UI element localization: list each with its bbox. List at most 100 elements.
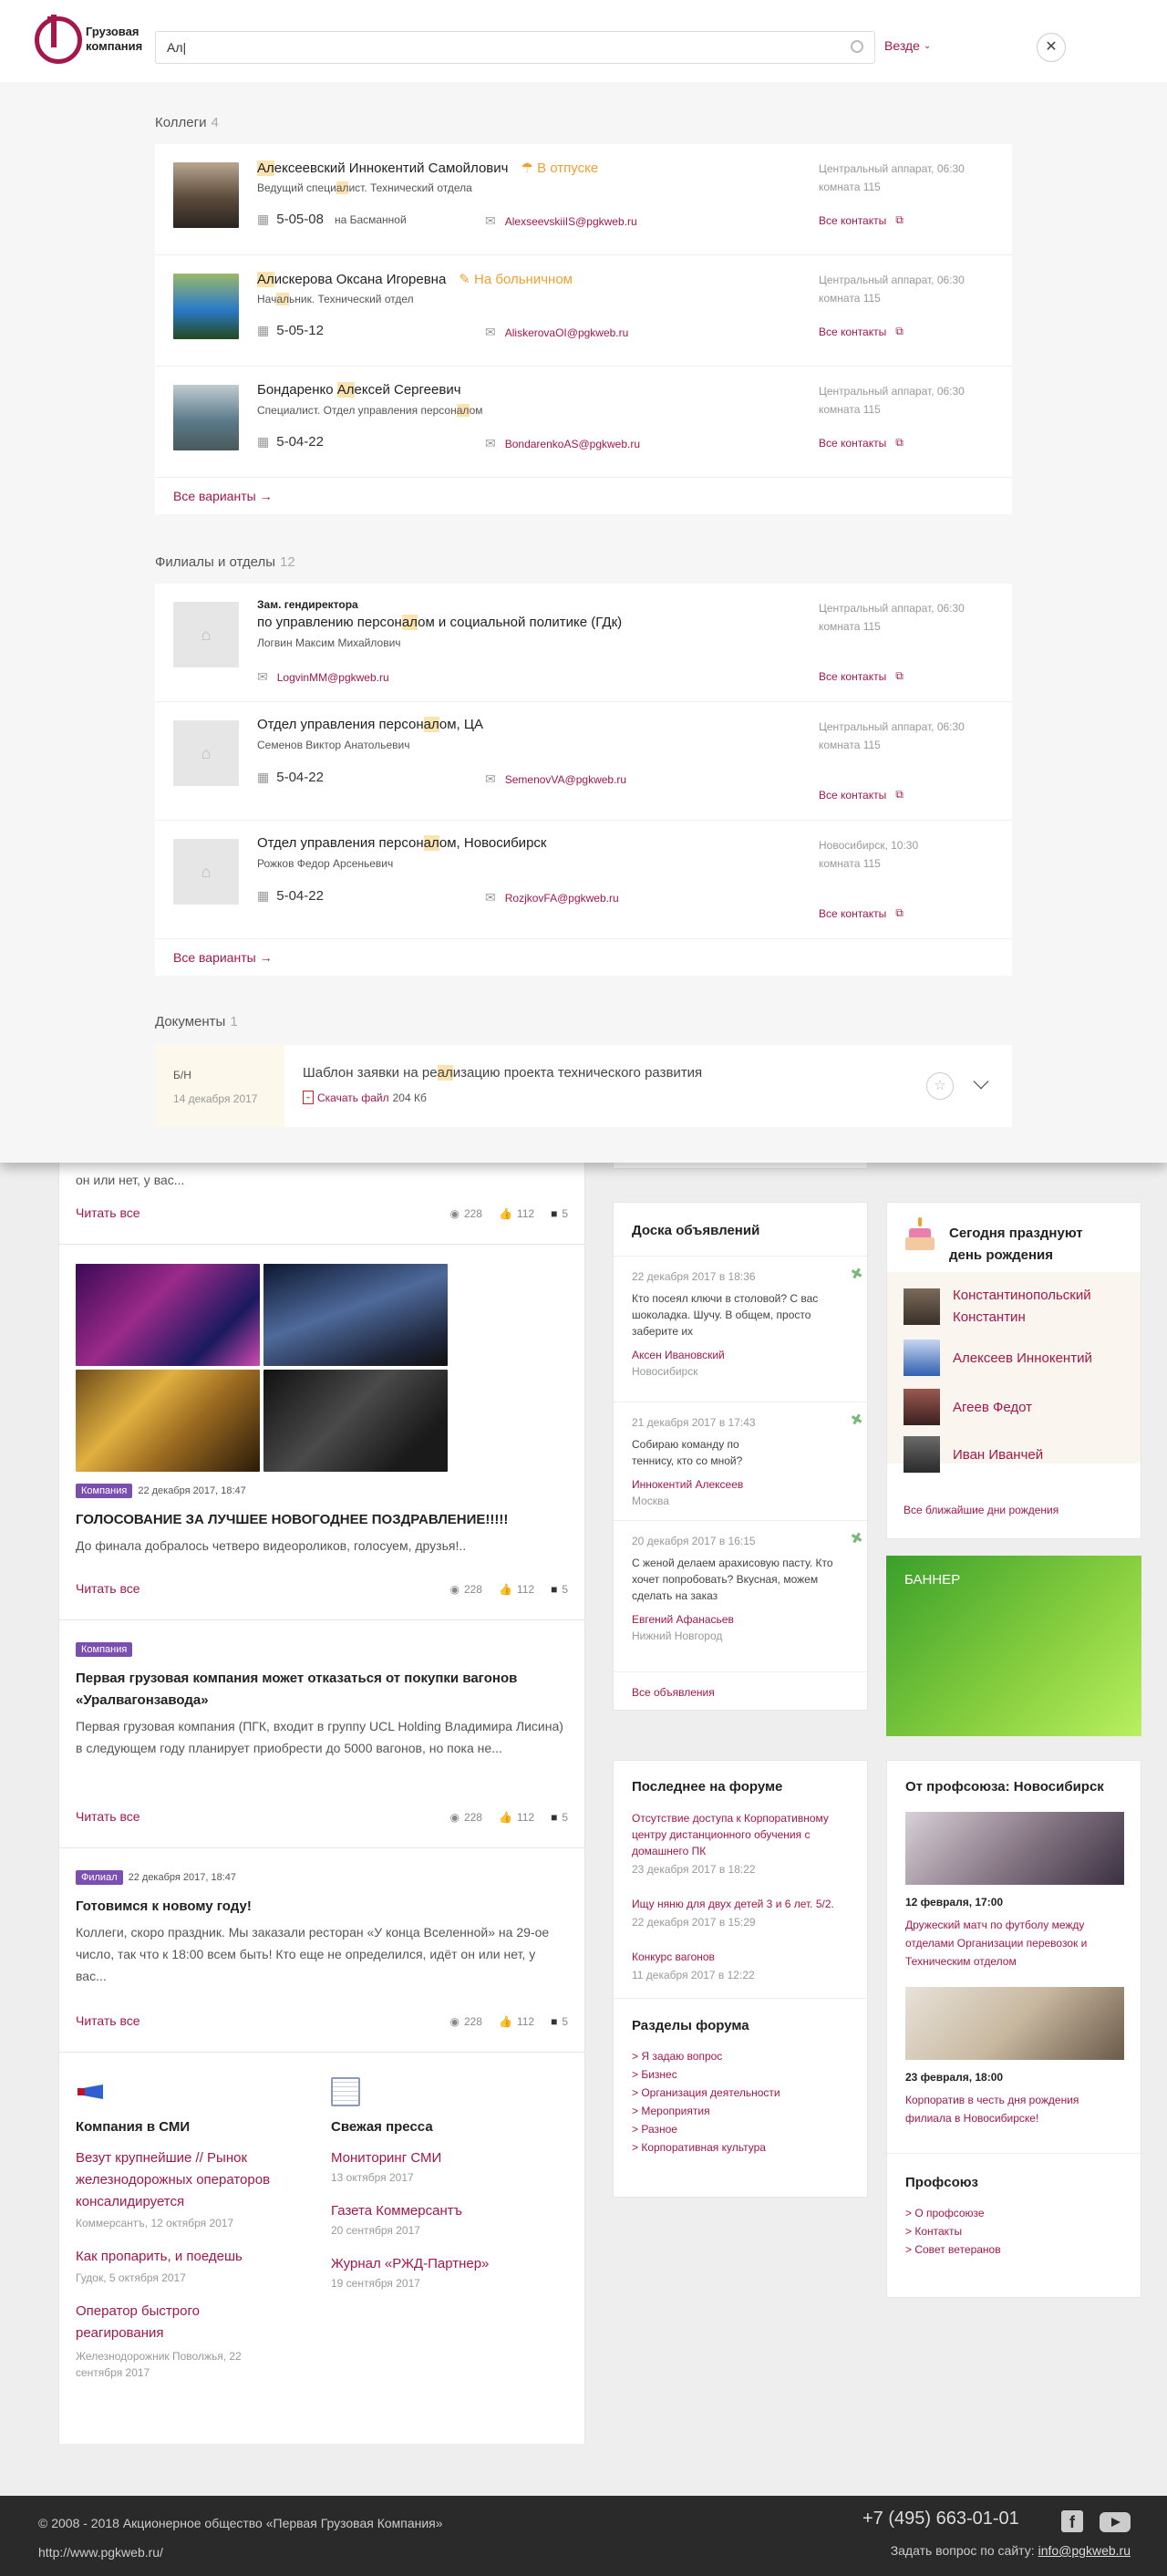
forum-section-link[interactable]: > Я задаю вопрос <box>632 2047 854 2065</box>
forum-topic-link[interactable]: Ищу няню для двух детей 3 и 6 лет. 5/2. <box>632 1896 854 1912</box>
forum-section-link[interactable]: > Бизнес <box>632 2065 854 2084</box>
ad-item[interactable]: ✚ 20 декабря 2017 в 16:15 С женой делаем… <box>632 1529 865 1644</box>
likes-count[interactable]: 👍 112 <box>499 2015 534 2028</box>
press-link[interactable]: Газета Коммерсантъ <box>331 2200 559 2222</box>
all-contacts-link[interactable]: Все контакты ⧉ <box>819 213 904 227</box>
news-photo[interactable] <box>263 1370 448 1472</box>
union-link[interactable]: > Контакты <box>905 2222 1128 2240</box>
all-contacts-link[interactable]: Все контакты ⧉ <box>819 788 904 802</box>
footer-phone[interactable]: +7 (495) 663-01-01 <box>862 2509 1019 2529</box>
news-title[interactable]: Первая грузовая компания может отказатьс… <box>76 1668 568 1712</box>
forum-section-link[interactable]: > Мероприятия <box>632 2102 854 2120</box>
all-ads-link[interactable]: Все объявления <box>632 1686 715 1699</box>
person-card[interactable]: Алискерова Оксана Игоревна ✎ На больнично… <box>155 255 1012 367</box>
search-input[interactable]: Ал| <box>155 31 875 64</box>
forum-topic-link[interactable]: Конкурс вагонов <box>632 1949 854 1965</box>
read-more-link[interactable]: Читать все <box>76 1581 140 1596</box>
ad-author[interactable]: Аксен Ивановский <box>632 1347 854 1363</box>
close-icon[interactable]: ✕ <box>1037 33 1066 62</box>
news-title[interactable]: Готовимся к новому году! <box>76 1896 568 1918</box>
ad-item[interactable]: ✚ 21 декабря 2017 в 17:43 Собираю команд… <box>632 1411 865 1509</box>
person-email[interactable]: ✉ AlexseevskiiIS@pgkweb.ru <box>485 213 637 229</box>
branch-name[interactable]: Отдел управления персоналом, ЦА <box>257 717 483 732</box>
read-more-link[interactable]: Читать все <box>76 2013 140 2028</box>
all-contacts-link[interactable]: Все контакты ⧉ <box>819 325 904 338</box>
branch-phone[interactable]: ▦ 5-04-22 <box>257 888 324 904</box>
document-card[interactable]: Б/Н 14 декабря 2017 Шаблон заявки на реа… <box>155 1045 1012 1127</box>
comments-count[interactable]: ■ 5 <box>551 2015 568 2028</box>
media-link[interactable]: Оператор быстрого реагирования <box>76 2301 231 2344</box>
branch-email[interactable]: ✉ SemenovVA@pgkweb.ru <box>485 771 626 787</box>
branch-name[interactable]: по управлению персоналом и социальной по… <box>257 615 622 630</box>
person-name[interactable]: Бондаренко Алексей Сергеевич <box>257 382 461 398</box>
media-link[interactable]: Везут крупнейшие // Рынок железнодорожны… <box>76 2147 304 2213</box>
youtube-icon[interactable] <box>1100 2512 1131 2532</box>
branch-phone[interactable]: ▦ 5-04-22 <box>257 770 324 785</box>
banner[interactable]: БАННЕР <box>886 1556 1141 1736</box>
news-photo[interactable] <box>263 1264 448 1366</box>
branch-name[interactable]: Отдел управления персоналом, Новосибирск <box>257 835 546 851</box>
press-link[interactable]: Журнал «РЖД-Партнер» <box>331 2253 559 2275</box>
person-phone[interactable]: ▦ 5-05-12 <box>257 323 324 338</box>
comments-count[interactable]: ■ 5 <box>551 1207 568 1220</box>
category-tag[interactable]: Компания <box>76 1484 133 1498</box>
person-phone[interactable]: ▦ 5-05-08 на Басманной <box>257 212 407 227</box>
news-photo[interactable] <box>76 1264 260 1366</box>
document-title[interactable]: Шаблон заявки на реализацию проекта техн… <box>303 1065 702 1081</box>
ad-item[interactable]: ✚ 22 декабря 2017 в 18:36 Кто посеял клю… <box>632 1265 865 1380</box>
press-link[interactable]: Мониторинг СМИ <box>331 2147 559 2169</box>
facebook-icon[interactable]: f <box>1061 2510 1083 2532</box>
person-name[interactable]: Алексеевский Иннокентий Самойлович ☂ В от… <box>257 160 598 176</box>
read-more-link[interactable]: Читать все <box>76 1809 140 1824</box>
all-variants-link[interactable]: Все варианты → <box>173 950 273 965</box>
birthday-person[interactable]: Агеев Федот <box>904 1389 1032 1425</box>
branch-card[interactable]: ⌂ Отдел управления персоналом, ЦА Семено… <box>155 702 1012 821</box>
person-email[interactable]: ✉ AliskerovaOI@pgkweb.ru <box>485 325 628 340</box>
all-variants-link[interactable]: Все варианты → <box>173 489 273 503</box>
forum-section-link[interactable]: > Корпоративная культура <box>632 2138 854 2157</box>
union-event-link[interactable]: Дружеский матч по футболу между отделами… <box>905 1916 1124 1971</box>
forum-section-link[interactable]: > Разное <box>632 2120 854 2138</box>
union-link[interactable]: > Совет ветеранов <box>905 2240 1128 2259</box>
news-title[interactable]: ГОЛОСОВАНИЕ ЗА ЛУЧШЕЕ НОВОГОДНЕЕ ПОЗДРАВ… <box>76 1509 568 1531</box>
news-photo[interactable] <box>76 1370 260 1472</box>
media-link[interactable]: Как пропарить, и поедешь <box>76 2246 304 2268</box>
person-card[interactable]: Алексеевский Иннокентий Самойлович ☂ В от… <box>155 144 1012 255</box>
all-contacts-link[interactable]: Все контакты ⧉ <box>819 436 904 450</box>
forum-topic-link[interactable]: Отсутствие доступа к Корпоративному цент… <box>632 1810 851 1859</box>
likes-count[interactable]: 👍 112 <box>499 1583 534 1596</box>
branch-email[interactable]: ✉ LogvinMM@pgkweb.ru <box>257 669 389 685</box>
search-icon[interactable] <box>851 40 863 53</box>
forum-section-link[interactable]: > Организация деятельности <box>632 2084 854 2102</box>
comments-count[interactable]: ■ 5 <box>551 1583 568 1596</box>
union-photo[interactable] <box>905 1987 1124 2060</box>
all-contacts-link[interactable]: Все контакты ⧉ <box>819 669 904 683</box>
company-logo[interactable]: Грузовая компания <box>35 15 142 66</box>
union-link[interactable]: > О профсоюзе <box>905 2204 1128 2222</box>
footer-email[interactable]: info@pgkweb.ru <box>1038 2543 1131 2558</box>
chevron-down-icon[interactable] <box>973 1073 989 1090</box>
birthday-person[interactable]: Константинопольский Константин <box>904 1285 1117 1329</box>
download-link[interactable]: ⌁ Скачать файл 204 Кб <box>303 1091 427 1104</box>
all-birthdays-link[interactable]: Все ближайшие дни рождения <box>904 1504 1059 1516</box>
branch-card[interactable]: ⌂ Зам. гендиректора по управлению персон… <box>155 584 1012 702</box>
birthday-person[interactable]: Иван Иванчей <box>904 1436 1043 1473</box>
footer-url[interactable]: http://www.pgkweb.ru/ <box>38 2545 163 2560</box>
likes-count[interactable]: 👍 112 <box>499 1811 534 1824</box>
ad-author[interactable]: Иннокентий Алексеев <box>632 1476 854 1493</box>
person-card[interactable]: Бондаренко Алексей Сергеевич Специалист.… <box>155 367 1012 478</box>
ad-author[interactable]: Евгений Афанасьев <box>632 1611 854 1628</box>
read-more-link[interactable]: Читать все <box>76 1205 140 1220</box>
union-event-link[interactable]: Корпоратив в честь дня рождения филиала … <box>905 2091 1124 2127</box>
likes-count[interactable]: 👍 112 <box>499 1207 534 1220</box>
person-name[interactable]: Алискерова Оксана Игоревна ✎ На больнично… <box>257 271 573 287</box>
birthday-person[interactable]: Алексеев Иннокентий <box>904 1340 1092 1376</box>
branch-email[interactable]: ✉ RozjkovFA@pgkweb.ru <box>485 890 619 905</box>
category-tag[interactable]: Филиал <box>76 1870 123 1885</box>
category-tag[interactable]: Компания <box>76 1642 133 1657</box>
union-photo[interactable] <box>905 1812 1124 1885</box>
person-phone[interactable]: ▦ 5-04-22 <box>257 434 324 450</box>
comments-count[interactable]: ■ 5 <box>551 1811 568 1824</box>
all-contacts-link[interactable]: Все контакты ⧉ <box>819 906 904 920</box>
search-scope-dropdown[interactable]: Везде ⌄ <box>884 38 931 53</box>
